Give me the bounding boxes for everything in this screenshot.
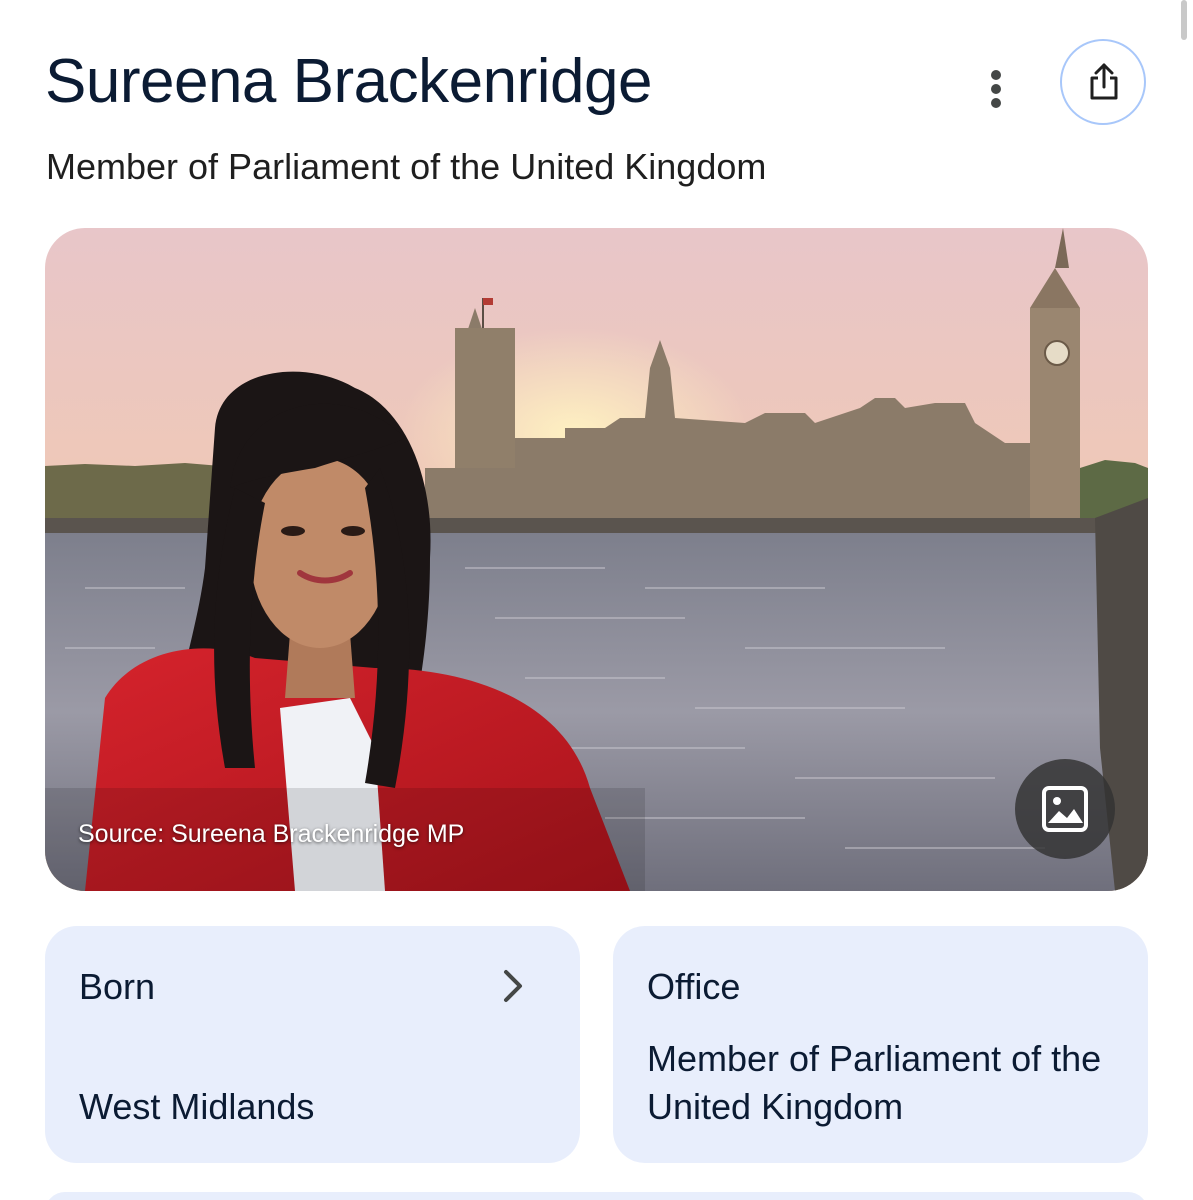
view-images-button[interactable] bbox=[1015, 759, 1115, 859]
page-title: Sureena Brackenridge bbox=[45, 47, 652, 116]
born-label: Born bbox=[79, 966, 156, 1007]
image-icon bbox=[1042, 786, 1088, 832]
more-options-button[interactable] bbox=[970, 62, 1022, 114]
knowledge-panel: Sureena Brackenridge Member of Parliamen… bbox=[0, 0, 1193, 1200]
next-card-partial bbox=[45, 1192, 1148, 1200]
born-card[interactable]: Born West Midlands bbox=[45, 926, 580, 1163]
chevron-right-icon bbox=[504, 970, 522, 1002]
born-value: West Midlands bbox=[79, 1086, 315, 1127]
office-card: Office Member of Parliament of the Unite… bbox=[613, 926, 1148, 1163]
share-button[interactable] bbox=[1060, 39, 1146, 125]
page-subtitle: Member of Parliament of the United Kingd… bbox=[46, 146, 767, 187]
office-value: Member of Parliament of the United Kingd… bbox=[647, 1038, 1102, 1127]
office-label: Office bbox=[647, 966, 741, 1007]
scrollbar[interactable] bbox=[1181, 0, 1187, 40]
photo-source-caption: Source: Sureena Brackenridge MP bbox=[78, 820, 465, 848]
profile-photo[interactable]: Source: Sureena Brackenridge MP bbox=[45, 228, 1148, 891]
share-icon bbox=[1090, 63, 1118, 100]
photo-scene bbox=[45, 228, 1148, 891]
